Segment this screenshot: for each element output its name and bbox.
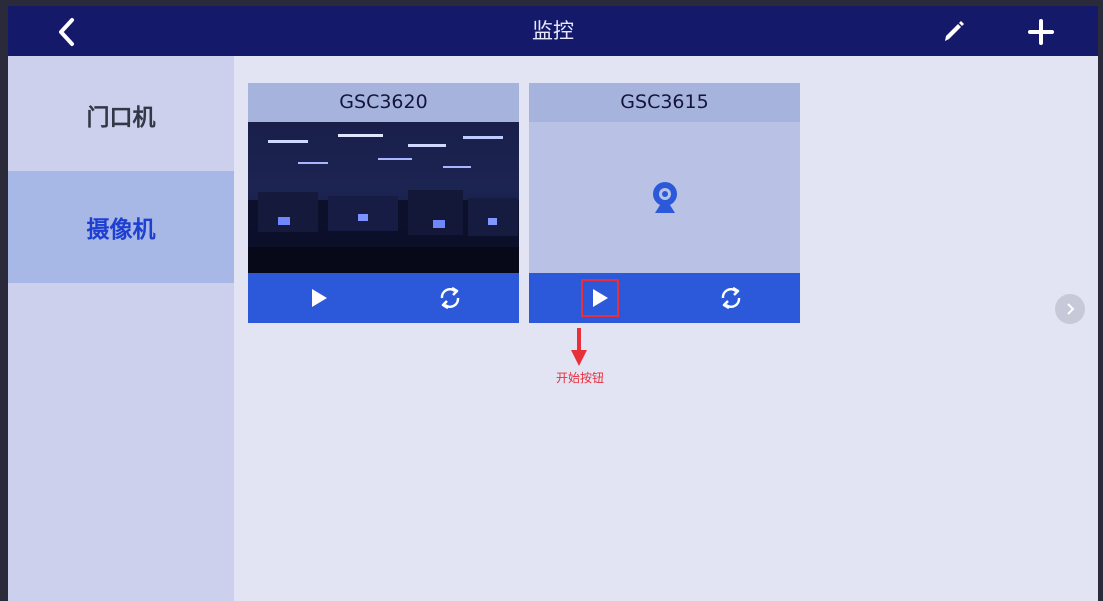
play-icon	[593, 289, 608, 307]
refresh-icon	[721, 286, 741, 310]
plus-icon	[1028, 19, 1054, 45]
sidebar-item-camera[interactable]: 摄像机	[8, 171, 234, 283]
add-button[interactable]	[1021, 14, 1061, 50]
pencil-icon	[945, 21, 964, 41]
camera-card[interactable]: GSC3615	[529, 83, 800, 323]
refresh-icon	[440, 286, 460, 310]
chevron-right-icon	[1067, 303, 1075, 315]
refresh-button[interactable]	[712, 279, 750, 317]
camera-placeholder[interactable]	[529, 122, 800, 273]
camera-controls	[248, 273, 519, 323]
sidebar: 门口机 摄像机	[8, 56, 234, 601]
monitor-screen: 监控 门口机 摄像机 GSC3620 GSC3615	[8, 6, 1098, 601]
webcam-icon	[653, 182, 677, 213]
play-icon	[312, 289, 327, 307]
arrow-down-icon	[571, 328, 587, 366]
chevron-left-icon	[59, 18, 74, 46]
play-button[interactable]	[300, 279, 338, 317]
edit-button[interactable]	[936, 16, 970, 48]
annotation-label: 开始按钮	[555, 371, 604, 385]
sidebar-item-door-station[interactable]: 门口机	[8, 59, 234, 171]
back-button[interactable]	[46, 14, 86, 50]
office-video-image	[248, 122, 519, 273]
page-title: 监控	[532, 19, 574, 43]
play-button[interactable]	[581, 279, 619, 317]
camera-name: GSC3620	[248, 83, 519, 122]
next-page-button[interactable]	[1055, 294, 1085, 324]
camera-controls	[529, 273, 800, 323]
camera-video-feed[interactable]	[248, 122, 519, 273]
camera-grid: GSC3620 GSC3615	[234, 56, 1098, 601]
refresh-button[interactable]	[431, 279, 469, 317]
top-bar: 监控	[8, 6, 1098, 56]
camera-name: GSC3615	[529, 83, 800, 122]
camera-card[interactable]: GSC3620	[248, 83, 519, 323]
